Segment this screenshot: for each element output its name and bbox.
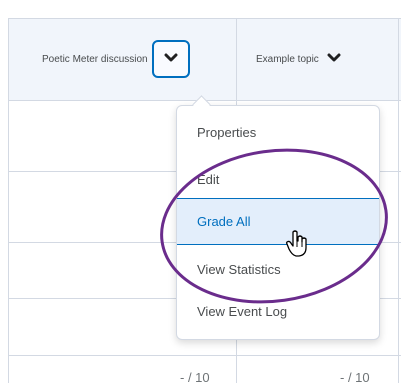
- menu-item-view-event-log[interactable]: View Event Log: [177, 288, 379, 335]
- menu-item-label: View Statistics: [197, 262, 281, 277]
- column-context-menu: Properties Edit Grade All View Statistic…: [176, 105, 380, 340]
- menu-item-label: View Event Log: [197, 304, 288, 319]
- column-title: Example topic: [256, 53, 319, 65]
- hand-pointer-icon: [285, 230, 309, 263]
- column-menu-button[interactable]: [151, 40, 190, 78]
- menu-item-label: Grade All: [197, 214, 251, 229]
- column-header-example-topic: Example topic: [256, 18, 343, 100]
- menu-item-label: Properties: [197, 125, 257, 140]
- menu-item-properties[interactable]: Properties: [177, 109, 379, 156]
- column-title: Poetic Meter discussion: [42, 53, 148, 65]
- menu-item-edit[interactable]: Edit: [177, 156, 379, 203]
- column-header-poetic-meter: Poetic Meter discussion: [42, 18, 190, 100]
- chevron-down-icon: [164, 53, 178, 66]
- menu-item-label: Edit: [197, 172, 220, 187]
- menu-item-view-statistics[interactable]: View Statistics: [177, 246, 379, 293]
- chevron-down-icon: [327, 53, 341, 66]
- column-menu-button[interactable]: [325, 50, 343, 68]
- menu-item-grade-all[interactable]: Grade All: [177, 198, 379, 245]
- grid-line-left: [8, 18, 9, 383]
- grid-line-row-5: [8, 355, 401, 356]
- grid-line-right: [398, 18, 399, 383]
